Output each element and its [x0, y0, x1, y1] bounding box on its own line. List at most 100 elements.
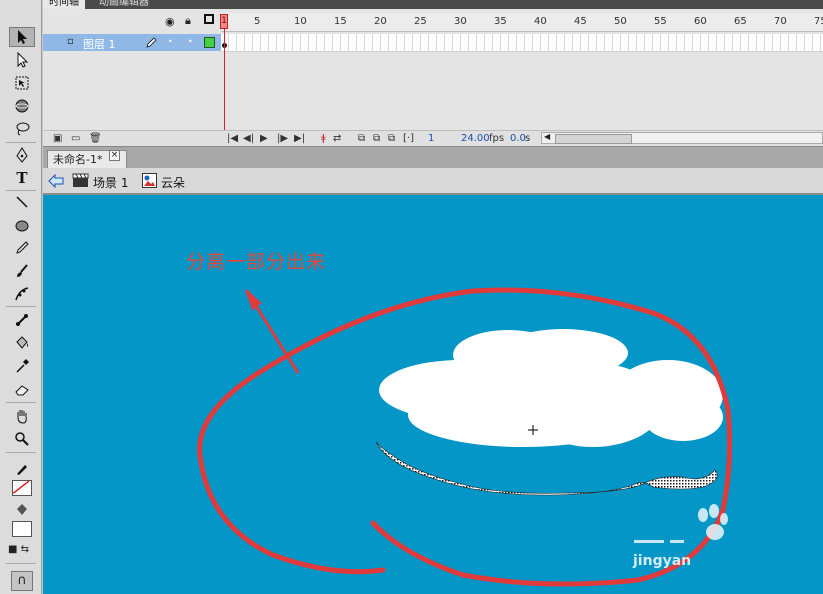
- eye-icon[interactable]: ◉: [165, 15, 175, 28]
- elapsed-time[interactable]: 0.0: [510, 133, 526, 144]
- layer-name[interactable]: 图层 1: [83, 36, 116, 52]
- lock-dot[interactable]: •: [188, 37, 193, 46]
- deco-icon: [15, 287, 29, 301]
- document-title: 未命名-1*: [53, 153, 103, 166]
- stroke-color[interactable]: [9, 459, 35, 479]
- stage[interactable]: 分离一部分出来 jingyan: [43, 195, 823, 594]
- frame-number: 50: [614, 16, 627, 27]
- layer-color-box[interactable]: [204, 37, 215, 48]
- graphic-symbol-icon: [142, 173, 157, 188]
- symbol-breadcrumb[interactable]: 云朵: [161, 174, 185, 191]
- layer-row[interactable]: ▫ 图层 1 • •: [43, 34, 221, 51]
- first-frame-icon[interactable]: |◀: [227, 133, 238, 144]
- new-folder-icon[interactable]: ▭: [71, 133, 80, 144]
- frame-number: 55: [654, 16, 667, 27]
- stage-artwork: [197, 287, 733, 587]
- frame-ruler[interactable]: 5 10 15 20 25 30 35 40 45 50 55 60 65 70 75: [221, 13, 823, 32]
- frame-number: 40: [534, 16, 547, 27]
- frame-number: 10: [294, 16, 307, 27]
- layer-frames[interactable]: [221, 34, 823, 52]
- eraser-icon: [15, 385, 29, 396]
- hollow-arrow-icon: [17, 52, 29, 68]
- tab-motion-editor[interactable]: 动画编辑器: [93, 0, 155, 9]
- timeline-scrollbar[interactable]: ◀: [541, 132, 823, 144]
- clapperboard-icon: [72, 173, 89, 187]
- pen-tool[interactable]: [9, 145, 35, 165]
- frame-number: 65: [734, 16, 747, 27]
- deco-tool[interactable]: [9, 284, 35, 304]
- frame-number: 70: [774, 16, 787, 27]
- line-icon: [16, 196, 28, 208]
- tools-panel: T ■ ⇆ ∩: [0, 0, 42, 594]
- magnifier-icon: [15, 432, 29, 446]
- pencil-tool[interactable]: [9, 238, 35, 258]
- fill-color-swatch[interactable]: [12, 521, 32, 537]
- onion-outline-icon[interactable]: ⧉: [373, 133, 380, 144]
- fps-value[interactable]: 24.00: [461, 133, 490, 144]
- text-tool[interactable]: T: [9, 168, 35, 188]
- text-t-icon: T: [16, 169, 28, 187]
- back-arrow-icon[interactable]: [48, 174, 64, 188]
- frame-number: 25: [414, 16, 427, 27]
- paint-bucket-icon: [16, 336, 28, 349]
- trash-icon[interactable]: 🗑︎: [89, 133, 102, 144]
- close-tab-button[interactable]: ×: [109, 150, 120, 161]
- fill-color[interactable]: [9, 500, 35, 520]
- pencil-icon: [146, 37, 157, 48]
- swap-colors[interactable]: ■ ⇆: [8, 544, 29, 555]
- hand-tool[interactable]: [9, 406, 35, 426]
- outline-icon[interactable]: [204, 14, 214, 24]
- new-layer-icon[interactable]: ▣: [53, 133, 62, 144]
- play-icon[interactable]: ▶: [260, 133, 268, 144]
- playhead[interactable]: 1: [220, 14, 228, 29]
- step-forward-icon[interactable]: |▶: [277, 133, 288, 144]
- last-frame-icon[interactable]: ▶|: [294, 133, 305, 144]
- snap-to-objects[interactable]: ∩: [11, 571, 33, 591]
- lock-icon[interactable]: 🔒︎: [185, 14, 191, 28]
- frame-number: 15: [334, 16, 347, 27]
- line-tool[interactable]: [9, 192, 35, 212]
- bone-tool[interactable]: [9, 310, 35, 330]
- sphere-icon: [15, 99, 29, 113]
- onion-markers-icon[interactable]: [·]: [403, 133, 414, 144]
- selected-cloud-part: [375, 441, 718, 496]
- onion-skin-icon[interactable]: ⧉: [358, 133, 365, 144]
- tab-timeline[interactable]: 时间轴: [43, 0, 85, 9]
- lasso-tool[interactable]: [9, 119, 35, 139]
- paint-bucket-tool[interactable]: [9, 333, 35, 353]
- brush-icon: [17, 264, 28, 277]
- scrollbar-thumb[interactable]: [555, 134, 632, 144]
- 3d-rotation-tool[interactable]: [9, 96, 35, 116]
- scroll-left-icon[interactable]: ◀: [544, 132, 550, 141]
- elapsed-unit: s: [525, 133, 531, 144]
- eyedropper-tool[interactable]: [9, 356, 35, 376]
- frame-number: 75: [814, 16, 823, 27]
- watermark-text: jingyan: [633, 553, 692, 569]
- center-frame-icon[interactable]: ǂ: [321, 133, 326, 144]
- hand-icon: [17, 410, 27, 424]
- frame-number: 30: [454, 16, 467, 27]
- panel-tabs: 时间轴 动画编辑器: [43, 0, 823, 9]
- loop-icon[interactable]: ⇄: [333, 133, 341, 144]
- edit-bar: 场景 1 云朵: [43, 168, 823, 195]
- edit-multiple-icon[interactable]: ⧉: [388, 133, 395, 144]
- step-back-icon[interactable]: ◀|: [243, 133, 254, 144]
- visible-dot[interactable]: •: [168, 37, 173, 46]
- zoom-tool[interactable]: [9, 429, 35, 449]
- subselection-tool[interactable]: [9, 50, 35, 70]
- scene-breadcrumb[interactable]: 场景 1: [93, 174, 128, 191]
- current-frame-readout[interactable]: 1: [428, 133, 434, 144]
- free-transform-tool[interactable]: [9, 73, 35, 93]
- frame-number: 45: [574, 16, 587, 27]
- brush-tool[interactable]: [9, 261, 35, 281]
- annotation-text: 分离一部分出来: [186, 251, 327, 273]
- selection-tool[interactable]: [9, 27, 35, 47]
- stroke-color-swatch[interactable]: [12, 480, 32, 496]
- cloud-shape: [379, 329, 723, 447]
- fps-unit: fps: [489, 133, 505, 144]
- oval-tool[interactable]: [9, 215, 35, 235]
- frame-number: 5: [254, 16, 261, 27]
- eraser-tool[interactable]: [9, 379, 35, 399]
- watermark-paw-icon: [634, 504, 728, 543]
- oval-icon: [15, 220, 29, 232]
